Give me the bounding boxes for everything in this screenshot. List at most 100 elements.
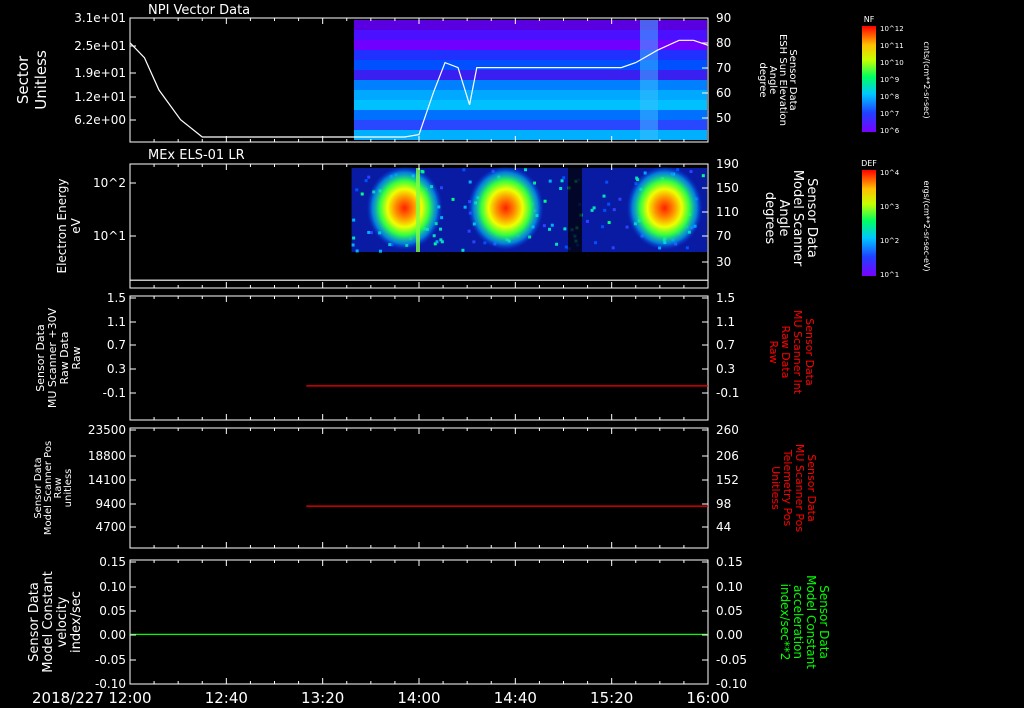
right-tick-label: 44 xyxy=(716,520,731,534)
svg-text:degree: degree xyxy=(757,62,768,97)
els-pixel xyxy=(462,168,466,172)
els-pixel xyxy=(461,248,465,252)
left-tick-label: 3.1e+01 xyxy=(74,11,126,25)
pos-left-axis-label: Sensor Data Model Scanner Pos Raw unitle… xyxy=(33,441,74,535)
els-pixel xyxy=(352,236,356,240)
colorbar-tick-label: 10^2 xyxy=(880,237,899,245)
right-tick-label: 190 xyxy=(716,157,739,171)
pos-right-axis-label: Sensor Data MU Scanner Pos Telemetry Pos… xyxy=(769,444,818,533)
svg-text:cnts/(cm**2-sr-sec): cnts/(cm**2-sr-sec) xyxy=(922,41,931,118)
svg-text:Unitless: Unitless xyxy=(769,466,782,510)
right-tick-label: 0.3 xyxy=(716,362,735,376)
time-axis-label: 14:00 xyxy=(397,689,440,707)
els-pixel xyxy=(367,230,371,234)
els-pixel xyxy=(685,246,689,250)
npi-right-axis-label: Sensor Data ESH Sun Elevation Angle degr… xyxy=(757,34,798,126)
right-tick-label: 50 xyxy=(716,111,731,125)
els-pixel xyxy=(593,241,597,245)
pos-panel-frame xyxy=(129,427,709,549)
svg-text:Electron Energy: Electron Energy xyxy=(55,178,69,273)
colorbar-tick-label: 10^6 xyxy=(880,127,900,135)
left-tick-label: 0.3 xyxy=(107,362,126,376)
left-tick-label: -0.05 xyxy=(95,653,126,667)
left-tick-label: 0.05 xyxy=(99,604,126,618)
els-feature xyxy=(416,168,420,252)
els-pixel xyxy=(590,208,594,212)
els-pixel xyxy=(463,205,467,209)
left-tick-label: -0.1 xyxy=(103,386,126,400)
svg-text:Raw: Raw xyxy=(70,346,83,369)
right-tick-label: 70 xyxy=(716,61,731,75)
els-pixel xyxy=(612,208,616,212)
els-left-axis-label: Electron Energy eV xyxy=(55,178,83,273)
els-pixel xyxy=(379,249,383,253)
right-tick-label: 60 xyxy=(716,86,731,100)
left-tick-label: 0.7 xyxy=(107,338,126,352)
npi-left-axis-label: Sector Unitless xyxy=(14,50,50,110)
left-tick-label: 4700 xyxy=(95,520,126,534)
vel-left-axis-label: Sensor Data Model Constant velocity inde… xyxy=(27,571,84,673)
els-pixel xyxy=(352,218,356,222)
svg-text:Unitless: Unitless xyxy=(32,50,50,110)
right-tick-label: 0.7 xyxy=(716,338,735,352)
els-pixel xyxy=(603,208,607,212)
els-pixel xyxy=(360,192,364,196)
vel-panel-frame xyxy=(129,559,709,685)
left-tick-label: 1.1 xyxy=(107,315,126,329)
els-pixel xyxy=(625,225,629,229)
mu-raw-left-axis-label: Sensor Data MU Scanner +30V Raw Data Raw xyxy=(34,307,83,408)
els-gap xyxy=(568,168,582,252)
right-tick-label: 260 xyxy=(716,423,739,437)
els-pixel xyxy=(542,224,546,228)
left-tick-label: 0.00 xyxy=(99,628,126,642)
els-pixel xyxy=(435,240,439,244)
colorbar-tick-label: 10^10 xyxy=(880,59,904,67)
els-pixel xyxy=(555,242,559,246)
els-panel-title: MEx ELS-01 LR xyxy=(148,148,245,163)
colorbar-tick-label: 10^4 xyxy=(880,169,900,177)
colorbar-tick-label: 10^8 xyxy=(880,93,899,101)
left-tick-label: 1.2e+01 xyxy=(74,90,126,104)
els-pixel xyxy=(618,197,622,201)
els-pixel xyxy=(607,221,611,225)
right-tick-label: 1.1 xyxy=(716,315,735,329)
right-tick-label: 206 xyxy=(716,449,739,463)
svg-text:index/sec**2: index/sec**2 xyxy=(778,584,792,661)
nf-colorbar-units: cnts/(cm**2-sr-sec) xyxy=(922,41,931,118)
right-tick-label: 150 xyxy=(716,181,739,195)
right-tick-label: 0.05 xyxy=(716,604,743,618)
svg-text:acceleration: acceleration xyxy=(791,585,805,659)
els-pixel xyxy=(607,202,611,206)
right-tick-label: 0.00 xyxy=(716,628,743,642)
left-tick-label: 0.10 xyxy=(99,580,126,594)
date-label: 2018/227 xyxy=(32,689,104,707)
time-axis-labels: 12:00 12:40 13:20 14:00 14:40 15:20 16:00 xyxy=(108,689,729,707)
svg-text:Model Constant: Model Constant xyxy=(804,575,818,669)
els-pixel xyxy=(602,194,606,198)
right-tick-labels: 90 80 70 60 50 190 150 110 70 30 1.5 1.1 0.7 0.3 -0.1 2… xyxy=(716,11,747,691)
left-tick-label: 1.9e+01 xyxy=(74,66,126,80)
els-pixel xyxy=(364,179,368,183)
els-pixel xyxy=(467,229,471,233)
svg-text:index/sec: index/sec xyxy=(69,591,84,653)
els-pixel xyxy=(543,199,547,203)
svg-text:Sector: Sector xyxy=(14,55,32,104)
els-pixel xyxy=(351,243,355,247)
left-tick-label: 10^2 xyxy=(93,176,126,190)
svg-text:unitless: unitless xyxy=(63,469,74,508)
colorbar-tick-label: 10^11 xyxy=(880,42,904,50)
els-right-axis-label: Sensor Data Model Scanner Angle degrees xyxy=(762,170,819,267)
els-pixel xyxy=(605,180,609,184)
els-pixel xyxy=(601,225,605,229)
right-tick-label: 152 xyxy=(716,473,739,487)
npi-feature xyxy=(640,20,658,140)
nf-colorbar xyxy=(862,26,876,132)
right-tick-label: 110 xyxy=(716,205,739,219)
right-tick-label: -0.1 xyxy=(716,386,739,400)
left-tick-label: 6.2e+00 xyxy=(74,113,126,127)
left-tick-label: 9400 xyxy=(95,497,126,511)
colorbar-tick-label: 10^3 xyxy=(880,203,899,211)
mu-raw-right-axis-label: Sensor Data MU Scanner Int Raw Data Raw xyxy=(767,310,816,395)
time-axis-label: 12:40 xyxy=(205,689,248,707)
right-tick-label: 90 xyxy=(716,11,731,25)
